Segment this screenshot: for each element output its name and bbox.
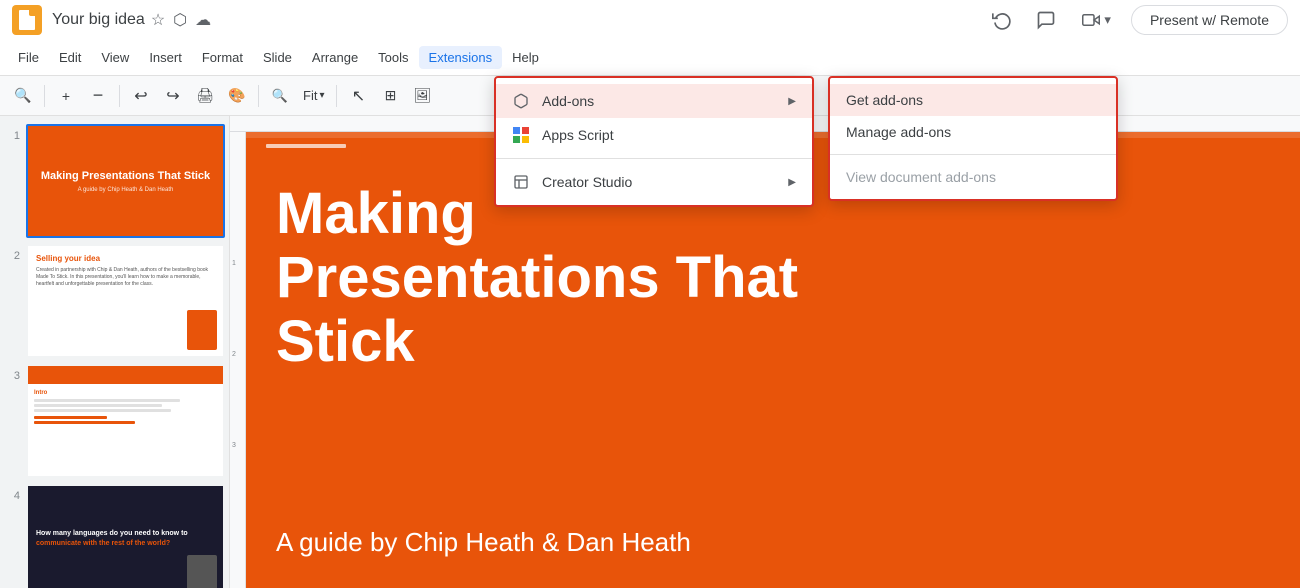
addons-menu-item-left: Add-ons <box>512 92 594 110</box>
slide4-image <box>187 555 217 588</box>
search-button[interactable]: 🔍 <box>8 81 38 111</box>
slide-number-4: 4 <box>4 484 20 502</box>
slide-thumb-3[interactable]: Intro <box>26 364 225 478</box>
slide2-image <box>187 310 217 350</box>
addons-label: Add-ons <box>542 93 594 109</box>
star-icon[interactable]: ☆ <box>151 10 165 30</box>
image-tool[interactable]: 🖼 <box>407 81 437 111</box>
creator-studio-label: Creator Studio <box>542 174 632 190</box>
separator-1 <box>44 85 45 107</box>
menu-view[interactable]: View <box>91 46 139 69</box>
addons-submenu: Get add-ons Manage add-ons View document… <box>828 76 1118 201</box>
slide-item-2[interactable]: 2 Selling your idea Created in partnersh… <box>4 244 225 358</box>
cloud-icon[interactable]: ☁ <box>195 10 211 30</box>
app-title: Your big idea <box>52 11 145 29</box>
title-bar: Your big idea ☆ ⬡ ☁ ▾ Present w/ Remote <box>0 0 1300 40</box>
manage-addons-item[interactable]: Manage add-ons <box>830 116 1116 148</box>
creator-studio-menu-item-left: Creator Studio <box>512 173 632 191</box>
slide-panel[interactable]: 1 Making Presentations That Stick A guid… <box>0 116 230 588</box>
separator-2 <box>119 85 120 107</box>
addons-icon <box>512 92 530 110</box>
menu-tools[interactable]: Tools <box>368 46 418 69</box>
menu-extensions[interactable]: Extensions <box>419 46 503 69</box>
menu-file[interactable]: File <box>8 46 49 69</box>
zoom-in-button[interactable]: + <box>51 81 81 111</box>
slide-top-accent <box>266 144 346 148</box>
slide-thumb-1[interactable]: Making Presentations That Stick A guide … <box>26 124 225 238</box>
ruler-v-label-2: 2 <box>232 351 236 358</box>
zoom-value: Fit <box>303 88 317 103</box>
redo-button[interactable]: ↪ <box>158 81 188 111</box>
menu-format[interactable]: Format <box>192 46 253 69</box>
header-actions: ▾ Present w/ Remote <box>986 4 1288 36</box>
get-addons-item[interactable]: Get add-ons <box>830 84 1116 116</box>
sub-divider <box>830 154 1116 155</box>
slide-main-title: Making Presentations That Stick <box>276 182 798 373</box>
slide3-header <box>28 366 223 384</box>
slide-thumb-2[interactable]: Selling your idea Created in partnership… <box>26 244 225 358</box>
menu-insert[interactable]: Insert <box>139 46 192 69</box>
layout-tool[interactable]: ⊞ <box>375 81 405 111</box>
slide-number-3: 3 <box>4 364 20 382</box>
manage-addons-label: Manage add-ons <box>846 124 951 140</box>
comments-icon[interactable] <box>1030 4 1062 36</box>
cursor-tool[interactable]: ↖ <box>343 81 373 111</box>
menu-help[interactable]: Help <box>502 46 549 69</box>
slide-number-1: 1 <box>4 124 20 142</box>
undo-button[interactable]: ↩ <box>126 81 156 111</box>
zoom-out-button[interactable]: − <box>83 81 113 111</box>
slide4-title: How many languages do you need to know t… <box>36 529 215 549</box>
video-icon[interactable]: ▾ <box>1074 4 1119 36</box>
slide-item-1[interactable]: 1 Making Presentations That Stick A guid… <box>4 124 225 238</box>
slide3-content: Intro <box>34 390 217 424</box>
menu-slide[interactable]: Slide <box>253 46 302 69</box>
addons-arrow: ▶ <box>788 96 796 107</box>
slide-item-3[interactable]: 3 Intro <box>4 364 225 478</box>
vertical-ruler: 1 2 3 <box>230 132 246 588</box>
present-remote-button[interactable]: Present w/ Remote <box>1131 5 1288 35</box>
zoom-dropdown[interactable]: Fit ▾ <box>297 82 330 110</box>
extensions-menu: Add-ons ▶ Apps Script <box>494 76 814 207</box>
apps-script-label: Apps Script <box>542 127 614 143</box>
menu-bar: File Edit View Insert Format Slide Arran… <box>0 40 1300 76</box>
slide-number-2: 2 <box>4 244 20 262</box>
get-addons-label: Get add-ons <box>846 92 923 108</box>
folder-icon[interactable]: ⬡ <box>173 10 187 30</box>
separator-4 <box>336 85 337 107</box>
print-button[interactable]: 🖨 <box>190 81 220 111</box>
paint-format-button[interactable]: 🎨 <box>222 81 252 111</box>
slide-thumb-4[interactable]: How many languages do you need to know t… <box>26 484 225 588</box>
creator-studio-menu-item[interactable]: Creator Studio ▶ <box>496 165 812 199</box>
view-doc-addons-item: View document add-ons <box>830 161 1116 193</box>
slide2-body: Created in partnership with Chip & Dan H… <box>36 267 215 288</box>
title-icons: ☆ ⬡ ☁ <box>151 10 211 30</box>
ruler-v-label-3: 3 <box>232 442 236 449</box>
separator-3 <box>258 85 259 107</box>
slide-subtitle: A guide by Chip Heath & Dan Heath <box>276 527 691 558</box>
menu-edit[interactable]: Edit <box>49 46 91 69</box>
creator-studio-icon <box>512 173 530 191</box>
slide-title-text: Making Presentations That Stick <box>276 182 798 373</box>
creator-studio-arrow: ▶ <box>788 177 796 188</box>
slide-subtitle-text: A guide by Chip Heath & Dan Heath <box>276 527 691 557</box>
history-icon[interactable] <box>986 4 1018 36</box>
zoom-icon[interactable]: 🔍 <box>265 81 295 111</box>
slide2-title: Selling your idea <box>36 254 215 263</box>
slide1-subtitle: A guide by Chip Heath & Dan Heath <box>78 187 174 193</box>
ext-divider <box>496 158 812 159</box>
slide1-title: Making Presentations That Stick <box>41 169 210 183</box>
menu-arrange[interactable]: Arrange <box>302 46 368 69</box>
apps-script-icon <box>512 126 530 144</box>
slide-item-4[interactable]: 4 How many languages do you need to know… <box>4 484 225 588</box>
apps-script-menu-item[interactable]: Apps Script <box>496 118 812 152</box>
view-doc-addons-label: View document add-ons <box>846 169 996 185</box>
apps-script-menu-item-left: Apps Script <box>512 126 614 144</box>
app-logo[interactable] <box>12 5 42 35</box>
addons-menu-item[interactable]: Add-ons ▶ <box>496 84 812 118</box>
ruler-v-label-1: 1 <box>232 260 236 267</box>
